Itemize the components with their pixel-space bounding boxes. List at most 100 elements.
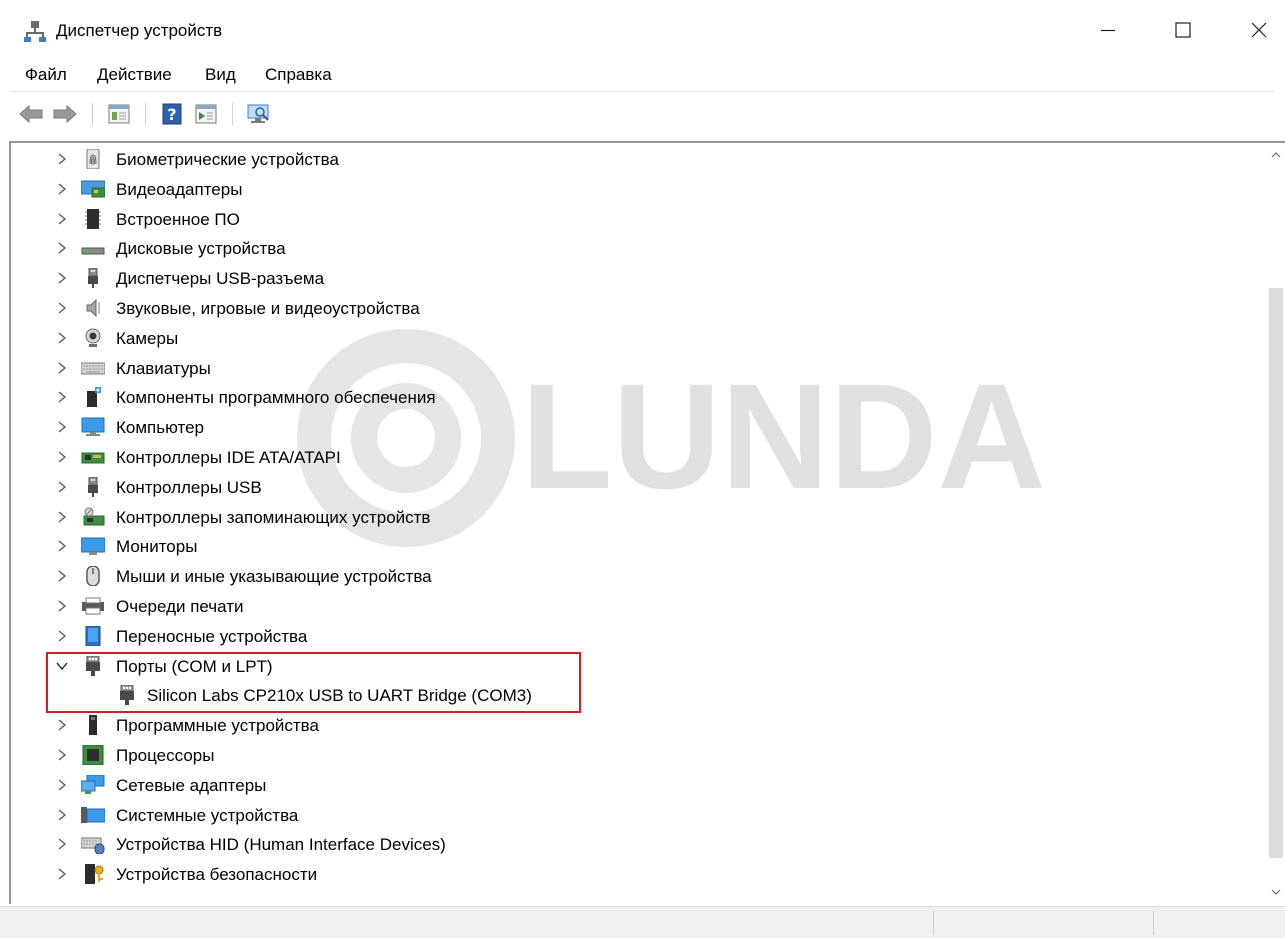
tree-node-label: Звуковые, игровые и видеоустройства [116, 298, 420, 318]
tree-node-storage-controllers[interactable]: Контроллеры запоминающих устройств [11, 503, 1267, 533]
properties-button[interactable] [106, 102, 132, 126]
ide-controller-icon [81, 452, 105, 464]
network-adapter-icon [81, 774, 105, 794]
vertical-scrollbar[interactable] [1267, 143, 1285, 904]
speaker-icon [86, 298, 100, 318]
tree-node-network-adapters[interactable]: Сетевые адаптеры [11, 771, 1267, 801]
storage-controller-icon [83, 507, 105, 526]
tree-node-biometric[interactable]: Биометрические устройства [11, 145, 1267, 175]
tree-node-firmware[interactable]: Встроенное ПО [11, 205, 1267, 235]
chevron-right-icon[interactable] [55, 836, 69, 852]
status-divider [1153, 911, 1154, 935]
chevron-right-icon[interactable] [55, 717, 69, 733]
software-component-icon [87, 387, 101, 408]
help-button[interactable]: ? [159, 102, 185, 126]
update-driver-icon [195, 104, 217, 124]
tree-node-label: Очереди печати [116, 596, 244, 616]
tree-node-display-adapters[interactable]: Видеоадаптеры [11, 175, 1267, 205]
maximize-button[interactable] [1160, 12, 1206, 48]
chevron-right-icon[interactable] [55, 419, 69, 435]
tree-node-software-devices[interactable]: Программные устройства [11, 711, 1267, 741]
menu-help[interactable]: Справка [265, 65, 332, 85]
tree-node-label: Компьютер [116, 418, 204, 438]
chevron-right-icon[interactable] [55, 360, 69, 376]
chevron-right-icon[interactable] [55, 211, 69, 227]
chevron-right-icon[interactable] [55, 509, 69, 525]
tree-node-label: Переносные устройства [116, 626, 308, 646]
menu-action[interactable]: Действие [97, 65, 172, 85]
hid-device-icon [81, 837, 105, 855]
chevron-right-icon[interactable] [55, 151, 69, 167]
close-button[interactable] [1236, 12, 1282, 48]
chevron-right-icon[interactable] [55, 240, 69, 256]
chevron-down-icon[interactable] [55, 658, 69, 674]
device-manager-icon [24, 20, 46, 42]
tree-node-label: Контроллеры USB [116, 477, 262, 497]
tree-node-usb-connector-managers[interactable]: Диспетчеры USB-разъема [11, 264, 1267, 294]
chevron-right-icon[interactable] [55, 181, 69, 197]
chevron-right-icon[interactable] [55, 538, 69, 554]
firmware-chip-icon [85, 208, 101, 229]
forward-button[interactable] [52, 102, 78, 126]
tree-node-cameras[interactable]: Камеры [11, 324, 1267, 354]
tree-node-label: Видеоадаптеры [116, 179, 243, 199]
tree-node-label: Системные устройства [116, 805, 299, 825]
scan-hardware-button[interactable] [246, 102, 272, 126]
toolbar-divider [145, 103, 146, 125]
display-adapter-icon [81, 180, 105, 198]
monitor-icon [81, 537, 105, 556]
chevron-right-icon[interactable] [55, 747, 69, 763]
tree-node-label: Контроллеры IDE ATA/ATAPI [116, 447, 341, 467]
tree-node-security-devices[interactable]: Устройства безопасности [11, 860, 1267, 890]
menu-file[interactable]: Файл [25, 65, 67, 85]
tree-node-monitors[interactable]: Мониторы [11, 532, 1267, 562]
tree-node-processors[interactable]: Процессоры [11, 741, 1267, 771]
menu-bar: Файл Действие Вид Справка [0, 60, 1285, 90]
chevron-right-icon[interactable] [55, 866, 69, 882]
chevron-right-icon[interactable] [55, 568, 69, 584]
tree-node-hid-devices[interactable]: Устройства HID (Human Interface Devices) [11, 830, 1267, 860]
tree-node-ide-controllers[interactable]: Контроллеры IDE ATA/ATAPI [11, 443, 1267, 473]
tree-node-computer[interactable]: Компьютер [11, 413, 1267, 443]
chevron-right-icon[interactable] [55, 807, 69, 823]
tree-node-disk-drives[interactable]: Дисковые устройства [11, 234, 1267, 264]
update-driver-button[interactable] [193, 102, 219, 126]
scroll-thumb[interactable] [1269, 288, 1283, 858]
tree-node-usb-controllers[interactable]: Контроллеры USB [11, 473, 1267, 503]
minimize-button[interactable] [1085, 12, 1131, 48]
menu-view[interactable]: Вид [205, 65, 236, 85]
fingerprint-icon [86, 149, 100, 169]
forward-arrow-icon [53, 105, 77, 123]
tree-node-mice[interactable]: Мыши и иные указывающие устройства [11, 562, 1267, 592]
chevron-right-icon[interactable] [55, 479, 69, 495]
scan-hardware-icon [247, 104, 269, 123]
svg-text:?: ? [167, 105, 176, 124]
toolbar-divider [92, 103, 93, 125]
chevron-right-icon[interactable] [55, 330, 69, 346]
chevron-right-icon[interactable] [55, 598, 69, 614]
tree-node-system-devices[interactable]: Системные устройства [11, 801, 1267, 831]
tree-node-portable-devices[interactable]: Переносные устройства [11, 622, 1267, 652]
chevron-right-icon[interactable] [55, 449, 69, 465]
properties-icon [108, 104, 130, 124]
chevron-right-icon[interactable] [55, 777, 69, 793]
disk-drive-icon [81, 247, 105, 255]
processor-icon [82, 744, 104, 765]
chevron-right-icon[interactable] [55, 270, 69, 286]
tree-node-label: Компоненты программного обеспечения [116, 388, 436, 408]
chevron-right-icon[interactable] [55, 300, 69, 316]
tree-node-keyboards[interactable]: Клавиатуры [11, 354, 1267, 384]
tree-node-software-components[interactable]: Компоненты программного обеспечения [11, 383, 1267, 413]
tree-node-print-queues[interactable]: Очереди печати [11, 592, 1267, 622]
scroll-down-button[interactable] [1267, 884, 1285, 900]
menu-divider [10, 91, 1275, 92]
tree-node-label: Клавиатуры [116, 358, 211, 378]
tree-node-silicon-labs-cp210x[interactable]: Silicon Labs CP210x USB to UART Bridge (… [11, 681, 1267, 711]
chevron-right-icon[interactable] [55, 389, 69, 405]
tree-node-label: Процессоры [116, 745, 215, 765]
scroll-up-button[interactable] [1267, 147, 1285, 163]
tree-node-sound-video-game[interactable]: Звуковые, игровые и видеоустройства [11, 294, 1267, 324]
tree-node-ports[interactable]: Порты (COM и LPT) [11, 652, 1267, 682]
back-button[interactable] [18, 102, 44, 126]
chevron-right-icon[interactable] [55, 628, 69, 644]
